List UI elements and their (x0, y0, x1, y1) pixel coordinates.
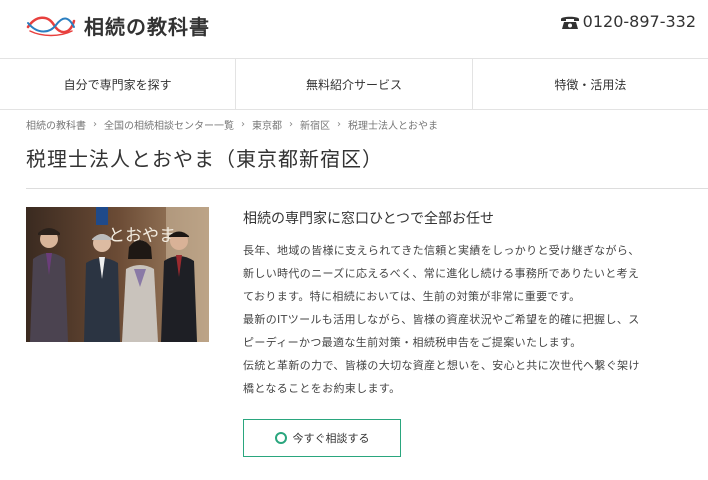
site-logo[interactable]: 相続の教科書 (26, 10, 210, 40)
intro-line: ピーディーかつ最適な生前対策・相続税申告をご提案いたします。 (243, 336, 582, 349)
intro-text: 長年、地域の皆様に支えられてきた信頼と実績をしっかりと受け継ぎながら、 新しい時… (243, 239, 703, 400)
intro-line: 最新のITツールも活用しながら、皆様の資産状況やご希望を的確に把握し、ス (243, 313, 640, 326)
circle-icon (274, 432, 287, 444)
nav-item-features[interactable]: 特徴・活用法 (471, 59, 708, 109)
consult-now-label: 今すぐ相談する (292, 432, 370, 445)
office-intro: 相続の専門家に窓口ひとつで全部お任せ 長年、地域の皆様に支えられてきた信頼と実績… (243, 208, 703, 400)
consult-now-button[interactable]: 今すぐ相談する (243, 419, 401, 457)
breadcrumb-item-current: 税理士法人とおやま (348, 121, 438, 132)
phone-icon (560, 16, 579, 29)
phone-text: 0120-897-332 (582, 12, 696, 31)
breadcrumb-item-shinjuku[interactable]: 新宿区 (300, 117, 330, 132)
breadcrumb-separator: › (337, 119, 341, 130)
intro-line: 新しい時代のニーズに応えるべく、常に進化し続ける事務所でありたいと考え (243, 267, 640, 280)
office-staff-photo: とおやま (26, 207, 209, 342)
intro-line: 伝統と革新の力で、皆様の大切な資産と想いを、安心と共に次世代へ繋ぐ架け (243, 359, 640, 372)
logo-text: 相続の教科書 (84, 14, 210, 39)
global-nav: 自分で専門家を探す 無料紹介サービス 特徴・活用法 (0, 58, 708, 110)
intro-heading: 相続の専門家に窓口ひとつで全部お任せ (243, 211, 495, 227)
phone-number[interactable]: 0120-897-332 (560, 12, 696, 31)
nav-item-free-referral[interactable]: 無料紹介サービス (235, 59, 471, 109)
intro-line: 橋となることをお約束します。 (243, 382, 401, 395)
breadcrumb-item-center-list[interactable]: 全国の相続相談センター一覧 (104, 117, 234, 132)
breadcrumb-item-home[interactable]: 相続の教科書 (26, 117, 86, 132)
breadcrumb-separator: › (241, 119, 245, 130)
nav-item-find-expert[interactable]: 自分で専門家を探す (0, 59, 235, 109)
breadcrumb-item-tokyo[interactable]: 東京都 (252, 117, 282, 132)
page-title: 税理士法人とおやま（東京都新宿区） (26, 147, 383, 171)
intro-line: ております。特に相続においては、生前の対策が非常に重要です。 (243, 290, 581, 303)
title-divider (26, 188, 708, 189)
intro-line: 長年、地域の皆様に支えられてきた信頼と実績をしっかりと受け継ぎながら、 (243, 244, 640, 257)
logo-wave-icon (26, 16, 76, 37)
breadcrumb-separator: › (289, 119, 293, 130)
site-header: 相続の教科書 0120-897-332 (0, 0, 708, 58)
breadcrumb: 相続の教科書 › 全国の相続相談センター一覧 › 東京都 › 新宿区 › 税理士… (26, 117, 438, 132)
breadcrumb-separator: › (93, 119, 97, 130)
